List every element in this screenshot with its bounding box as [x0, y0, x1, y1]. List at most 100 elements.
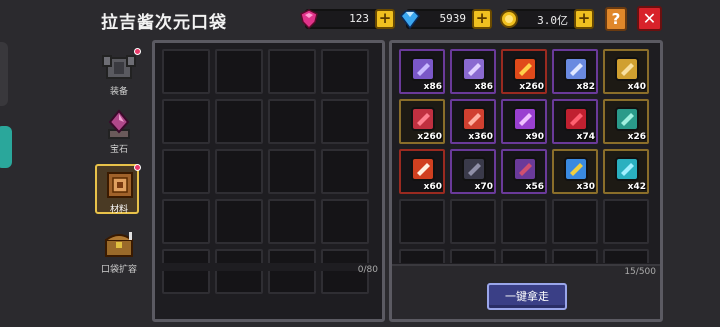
storage-item-slot[interactable]: x82 — [552, 49, 598, 94]
add-blue-gem-button[interactable]: + — [472, 9, 492, 29]
pocket-slot[interactable] — [215, 199, 263, 244]
item-quantity: x74 — [576, 132, 595, 142]
pocket-slot[interactable] — [162, 99, 210, 144]
item-quantity: x260 — [519, 82, 544, 92]
gold-coin-value: 3.0亿 — [537, 14, 568, 27]
tab-gem[interactable]: 宝石 — [92, 104, 146, 160]
storage-item-slot[interactable]: x30 — [552, 149, 598, 194]
item-quantity: x86 — [423, 82, 442, 92]
item-quantity: x86 — [474, 82, 493, 92]
storage-item-slot[interactable]: x40 — [603, 49, 649, 94]
left-edge-handle — [0, 42, 8, 106]
close-button[interactable]: ✕ — [637, 6, 662, 31]
item-quantity: x70 — [474, 182, 493, 192]
storage-item-slot[interactable]: x56 — [501, 149, 547, 194]
storage-capacity: 15/500 — [624, 267, 656, 277]
pocket-slot[interactable] — [268, 199, 316, 244]
pocket-slot[interactable] — [215, 99, 263, 144]
top-bar: 拉吉酱次元口袋 123 + 5939 + 3.0亿 + ? ✕ — [0, 0, 720, 38]
purple-orb-icon — [513, 107, 537, 131]
pocket-panel: 0/80 — [152, 40, 385, 322]
pocket-grid — [162, 49, 369, 294]
pink-gem-icon — [297, 8, 321, 34]
pocket-slot[interactable] — [162, 149, 210, 194]
storage-item-slot[interactable]: x90 — [501, 99, 547, 144]
storage-panel: x86 x86 x260 x82 x40 x260 x360 x90 x74 x26 x60 x70 x… — [389, 40, 663, 322]
chest-icon — [101, 228, 137, 262]
storage-item-slot[interactable]: x86 — [399, 49, 445, 94]
resource-blue-gem: 5939 + — [400, 9, 492, 30]
page-title: 拉吉酱次元口袋 — [101, 13, 227, 33]
pocket-slot[interactable] — [268, 99, 316, 144]
item-quantity: x260 — [417, 132, 442, 142]
blue-gem-icon — [398, 8, 422, 34]
pocket-slot[interactable] — [162, 199, 210, 244]
tab-equipment[interactable]: 装备 — [92, 46, 146, 102]
storage-item-slot[interactable]: x260 — [399, 99, 445, 144]
storage-item-slot[interactable]: x26 — [603, 99, 649, 144]
resource-gold-coin: 3.0亿 + — [500, 9, 594, 29]
storage-empty-slot[interactable] — [399, 199, 445, 244]
tab-gem-label: 宝石 — [109, 145, 128, 155]
blue-gem-value: 5939 — [439, 12, 467, 25]
storage-item-slot[interactable]: x260 — [501, 49, 547, 94]
pocket-slot[interactable] — [215, 149, 263, 194]
storage-empty-slot[interactable] — [552, 199, 598, 244]
storage-empty-slot[interactable] — [450, 199, 496, 244]
purple-staff-icon — [462, 57, 486, 81]
side-drawer-tab[interactable] — [0, 126, 12, 168]
tab-equipment-label: 装备 — [109, 87, 128, 97]
red-rune-icon — [462, 107, 486, 131]
storage-item-slot[interactable]: x74 — [552, 99, 598, 144]
equipment-badge — [134, 48, 141, 55]
gold-coin-icon — [498, 8, 520, 34]
gem-icon — [101, 108, 137, 142]
pocket-slot[interactable] — [321, 199, 369, 244]
storage-empty-slot[interactable] — [501, 199, 547, 244]
storage-item-slot[interactable]: x60 — [399, 149, 445, 194]
material-badge — [134, 164, 141, 171]
pocket-slot[interactable] — [321, 99, 369, 144]
storage-footer: 15/500 一键拿走 — [392, 264, 660, 319]
red-crystal-icon — [411, 107, 435, 131]
dark-staff-icon — [462, 157, 486, 181]
pocket-slot[interactable] — [268, 149, 316, 194]
item-quantity: x56 — [525, 182, 544, 192]
item-quantity: x42 — [627, 182, 646, 192]
pocket-capacity: 0/80 — [357, 265, 378, 275]
gold-hammer-icon — [615, 57, 639, 81]
item-quantity: x26 — [627, 132, 646, 142]
tab-material[interactable]: 材料 — [92, 164, 146, 220]
storage-item-slot[interactable]: x42 — [603, 149, 649, 194]
item-quantity: x60 — [423, 182, 442, 192]
add-pink-gem-button[interactable]: + — [375, 9, 395, 29]
help-button[interactable]: ? — [605, 7, 627, 31]
storage-empty-slot[interactable] — [603, 199, 649, 244]
teal-fish-icon — [615, 107, 639, 131]
tab-material-label: 材料 — [109, 205, 128, 215]
tab-pocket-expand-label: 口袋扩容 — [100, 265, 137, 275]
add-gold-button[interactable]: + — [574, 9, 594, 29]
red-scroll-icon — [564, 107, 588, 131]
storage-item-slot[interactable]: x360 — [450, 99, 496, 144]
pocket-slot[interactable] — [321, 49, 369, 94]
material-book-icon — [102, 170, 138, 204]
purple-shield-icon — [513, 157, 537, 181]
storage-item-slot[interactable]: x70 — [450, 149, 496, 194]
pocket-slot[interactable] — [268, 49, 316, 94]
spear-tip-icon — [564, 57, 588, 81]
item-quantity: x360 — [468, 132, 493, 142]
storage-grid: x86 x86 x260 x82 x40 x260 x360 x90 x74 x26 x60 x70 x… — [399, 49, 649, 294]
pink-gem-value: 123 — [349, 12, 369, 25]
tab-pocket-expand[interactable]: 口袋扩容 — [92, 224, 146, 280]
armor-icon — [101, 50, 137, 84]
purple-blade-icon — [411, 57, 435, 81]
storage-item-slot[interactable]: x86 — [450, 49, 496, 94]
pocket-slot[interactable] — [162, 49, 210, 94]
item-quantity: x30 — [576, 182, 595, 192]
lava-ore-icon — [411, 157, 435, 181]
take-all-button[interactable]: 一键拿走 — [487, 283, 567, 310]
cyan-key-icon — [615, 157, 639, 181]
pocket-slot[interactable] — [321, 149, 369, 194]
pocket-slot[interactable] — [215, 49, 263, 94]
